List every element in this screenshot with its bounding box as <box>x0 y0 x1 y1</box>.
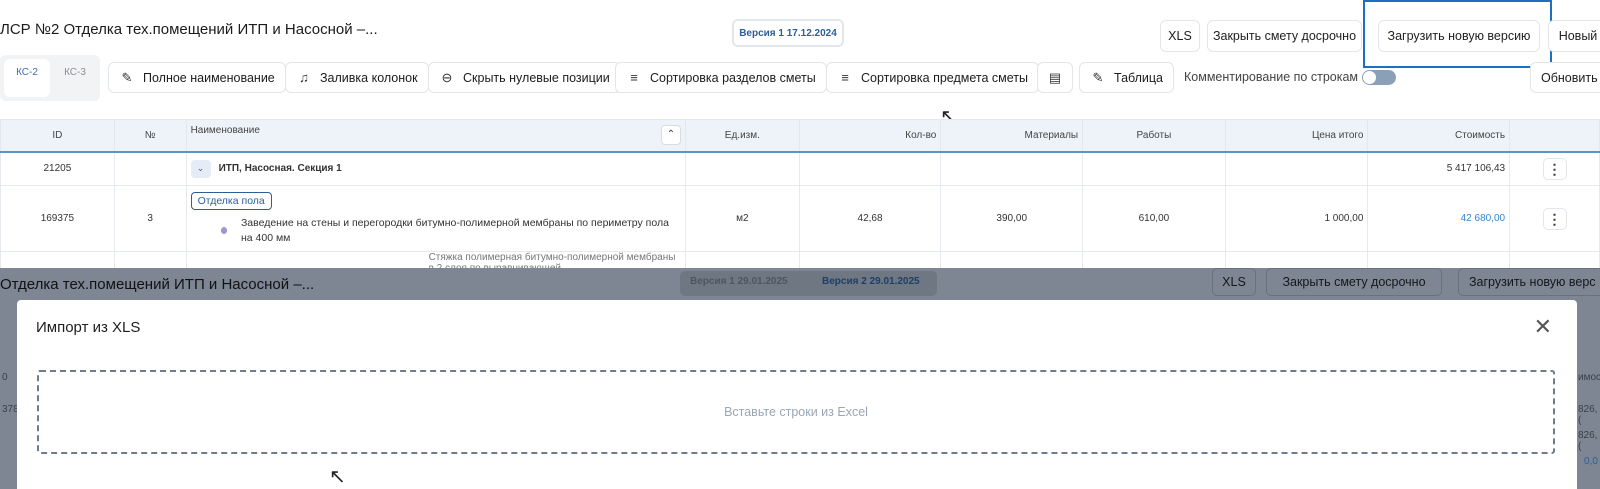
col-total-price[interactable]: Цена итого <box>1224 119 1369 153</box>
background-title: Отделка тех.помещений ИТП и Насосной –..… <box>0 276 315 293</box>
category-tag[interactable]: Отделка пола <box>190 191 272 210</box>
col-materials[interactable]: Материалы <box>940 119 1084 153</box>
row-total-price: 1 000,00 <box>1224 185 1369 252</box>
row-materials[interactable]: 390,00 <box>940 185 1084 252</box>
estimate-view: ЛСР №2 Отделка тех.помещений ИТП и Насос… <box>0 0 1600 268</box>
document-edit-icon: ✎ <box>121 69 133 85</box>
modal-overlay: Отделка тех.помещений ИТП и Насосной –..… <box>0 268 1600 489</box>
fill-columns-label: Заливка колонок <box>320 70 418 85</box>
estimate-table: ID № Наименование ⌃ Ед.изм. Кол-во Матери… <box>0 119 1600 268</box>
status-dot-icon <box>220 227 227 234</box>
table-row[interactable]: 169375 3 Отделка пола Заведение на стены … <box>0 185 1600 252</box>
sort-subject-label: Сортировка предмета сметы <box>861 70 1028 85</box>
table-row[interactable]: Стяжка полимерная битумно-полимерной мем… <box>0 251 1600 268</box>
paste-placeholder: Вставьте строки из Excel <box>724 405 868 419</box>
xls-button[interactable]: XLS <box>1160 20 1200 52</box>
background-cell: 0,0 <box>1584 456 1598 467</box>
background-cell: имос <box>1578 372 1600 383</box>
document-button[interactable]: ▤ <box>1037 62 1073 93</box>
col-unit[interactable]: Ед.изм. <box>684 119 800 153</box>
tab-ks3[interactable]: КС-3 <box>52 59 98 97</box>
section-id: 21205 <box>0 151 115 186</box>
modal-title: Импорт из XLS <box>36 319 141 336</box>
row-unit: м2 <box>684 185 800 252</box>
fill-columns-button[interactable]: ♫ Заливка колонок <box>285 62 429 93</box>
paste-area[interactable]: Вставьте строки из Excel <box>37 370 1555 454</box>
row-cost[interactable]: 42 680,00 <box>1367 185 1511 252</box>
row-qty[interactable]: 42,68 <box>798 185 942 252</box>
col-name-label: Наименование <box>190 125 260 137</box>
close-icon[interactable]: ✕ <box>1534 314 1552 340</box>
section-name: ИТП, Насосная. Секция 1 <box>218 162 342 174</box>
row-name-cell: Отделка пола Заведение на стены и перегор… <box>185 185 686 252</box>
background-close-button: Закрыть смету досрочно <box>1266 268 1442 296</box>
minus-circle-icon: ⊖ <box>441 69 453 85</box>
background-cell: 0 <box>2 372 8 383</box>
row-num: 3 <box>113 185 187 252</box>
more-menu-icon[interactable]: ⋮ <box>1542 157 1567 180</box>
section-row[interactable]: 21205 ⌄ ИТП, Насосная. Секция 1 5 417 106… <box>0 151 1600 186</box>
version-badge[interactable]: Версия 1 17.12.2024 <box>732 19 844 47</box>
hide-zero-label: Скрыть нулевые позиции <box>463 70 610 85</box>
full-name-button[interactable]: ✎ Полное наименование <box>108 62 286 93</box>
row-id: 169375 <box>0 185 115 252</box>
background-cell: 826,( <box>1578 430 1598 452</box>
row-works[interactable]: 610,00 <box>1082 185 1226 252</box>
import-xls-modal: Импорт из XLS ✕ Вставьте строки из Excel… <box>17 300 1577 489</box>
section-name-cell: ⌄ ИТП, Насосная. Секция 1 <box>185 151 686 186</box>
sort-subject-button[interactable]: ≡ Сортировка предмета сметы <box>826 62 1039 93</box>
sort-sections-label: Сортировка разделов сметы <box>650 70 816 85</box>
menu-icon: ≡ <box>841 70 849 85</box>
col-cost[interactable]: Стоимость <box>1367 119 1511 153</box>
table-label: Таблица <box>1114 70 1164 85</box>
col-actions <box>1509 119 1600 153</box>
sort-sections-button[interactable]: ≡ Сортировка разделов сметы <box>615 62 827 93</box>
background-xls-button: XLS <box>1212 268 1256 296</box>
col-works[interactable]: Работы <box>1082 119 1226 153</box>
mouse-cursor: ↖ <box>329 466 346 488</box>
document-icon: ▤ <box>1048 69 1062 85</box>
hide-zero-button[interactable]: ⊖ Скрыть нулевые позиции <box>428 62 621 93</box>
background-upload-button: Загрузить новую верс <box>1458 268 1600 296</box>
row-description: Стяжка полимерная битумно-полимерной мем… <box>185 251 686 268</box>
col-num[interactable]: № <box>113 119 187 153</box>
col-id[interactable]: ID <box>0 119 115 153</box>
chevron-down-icon[interactable]: ⌄ <box>190 159 211 178</box>
comment-rows-toggle[interactable] <box>1362 70 1396 85</box>
more-menu-icon[interactable]: ⋮ <box>1542 207 1567 230</box>
background-version-1: Версия 1 29.01.2025 <box>690 276 788 287</box>
table-button[interactable]: ✎ Таблица <box>1079 62 1175 93</box>
row-description: Заведение на стены и перегородки битумно… <box>240 216 669 244</box>
ks-tabs: КС-2 КС-3 <box>0 55 100 101</box>
refresh-button[interactable]: Обновить <box>1530 62 1600 93</box>
background-cell: 826,( <box>1578 404 1598 426</box>
col-qty[interactable]: Кол-во <box>798 119 942 153</box>
comment-rows-label: Комментирование по строкам <box>1184 70 1359 84</box>
col-name[interactable]: Наименование ⌃ <box>185 119 686 153</box>
bell-icon: ♫ <box>299 70 309 85</box>
menu-icon: ≡ <box>630 70 638 85</box>
edit-icon: ✎ <box>1092 69 1104 85</box>
full-name-label: Полное наименование <box>143 70 275 85</box>
collapse-all-icon[interactable]: ⌃ <box>660 125 681 146</box>
highlight-box <box>1363 0 1552 68</box>
new-button[interactable]: Новый <box>1548 20 1600 52</box>
table-header: ID № Наименование ⌃ Ед.изм. Кол-во Матери… <box>0 119 1600 153</box>
tab-ks2[interactable]: КС-2 <box>4 59 50 97</box>
section-cost: 5 417 106,43 <box>1367 151 1511 186</box>
background-versions: Версия 1 29.01.2025 Версия 2 29.01.2025 <box>680 271 937 296</box>
background-version-2: Версия 2 29.01.2025 <box>822 276 920 287</box>
close-estimate-early-button[interactable]: Закрыть смету досрочно <box>1207 20 1362 52</box>
page-title: ЛСР №2 Отделка тех.помещений ИТП и Насос… <box>0 21 378 38</box>
